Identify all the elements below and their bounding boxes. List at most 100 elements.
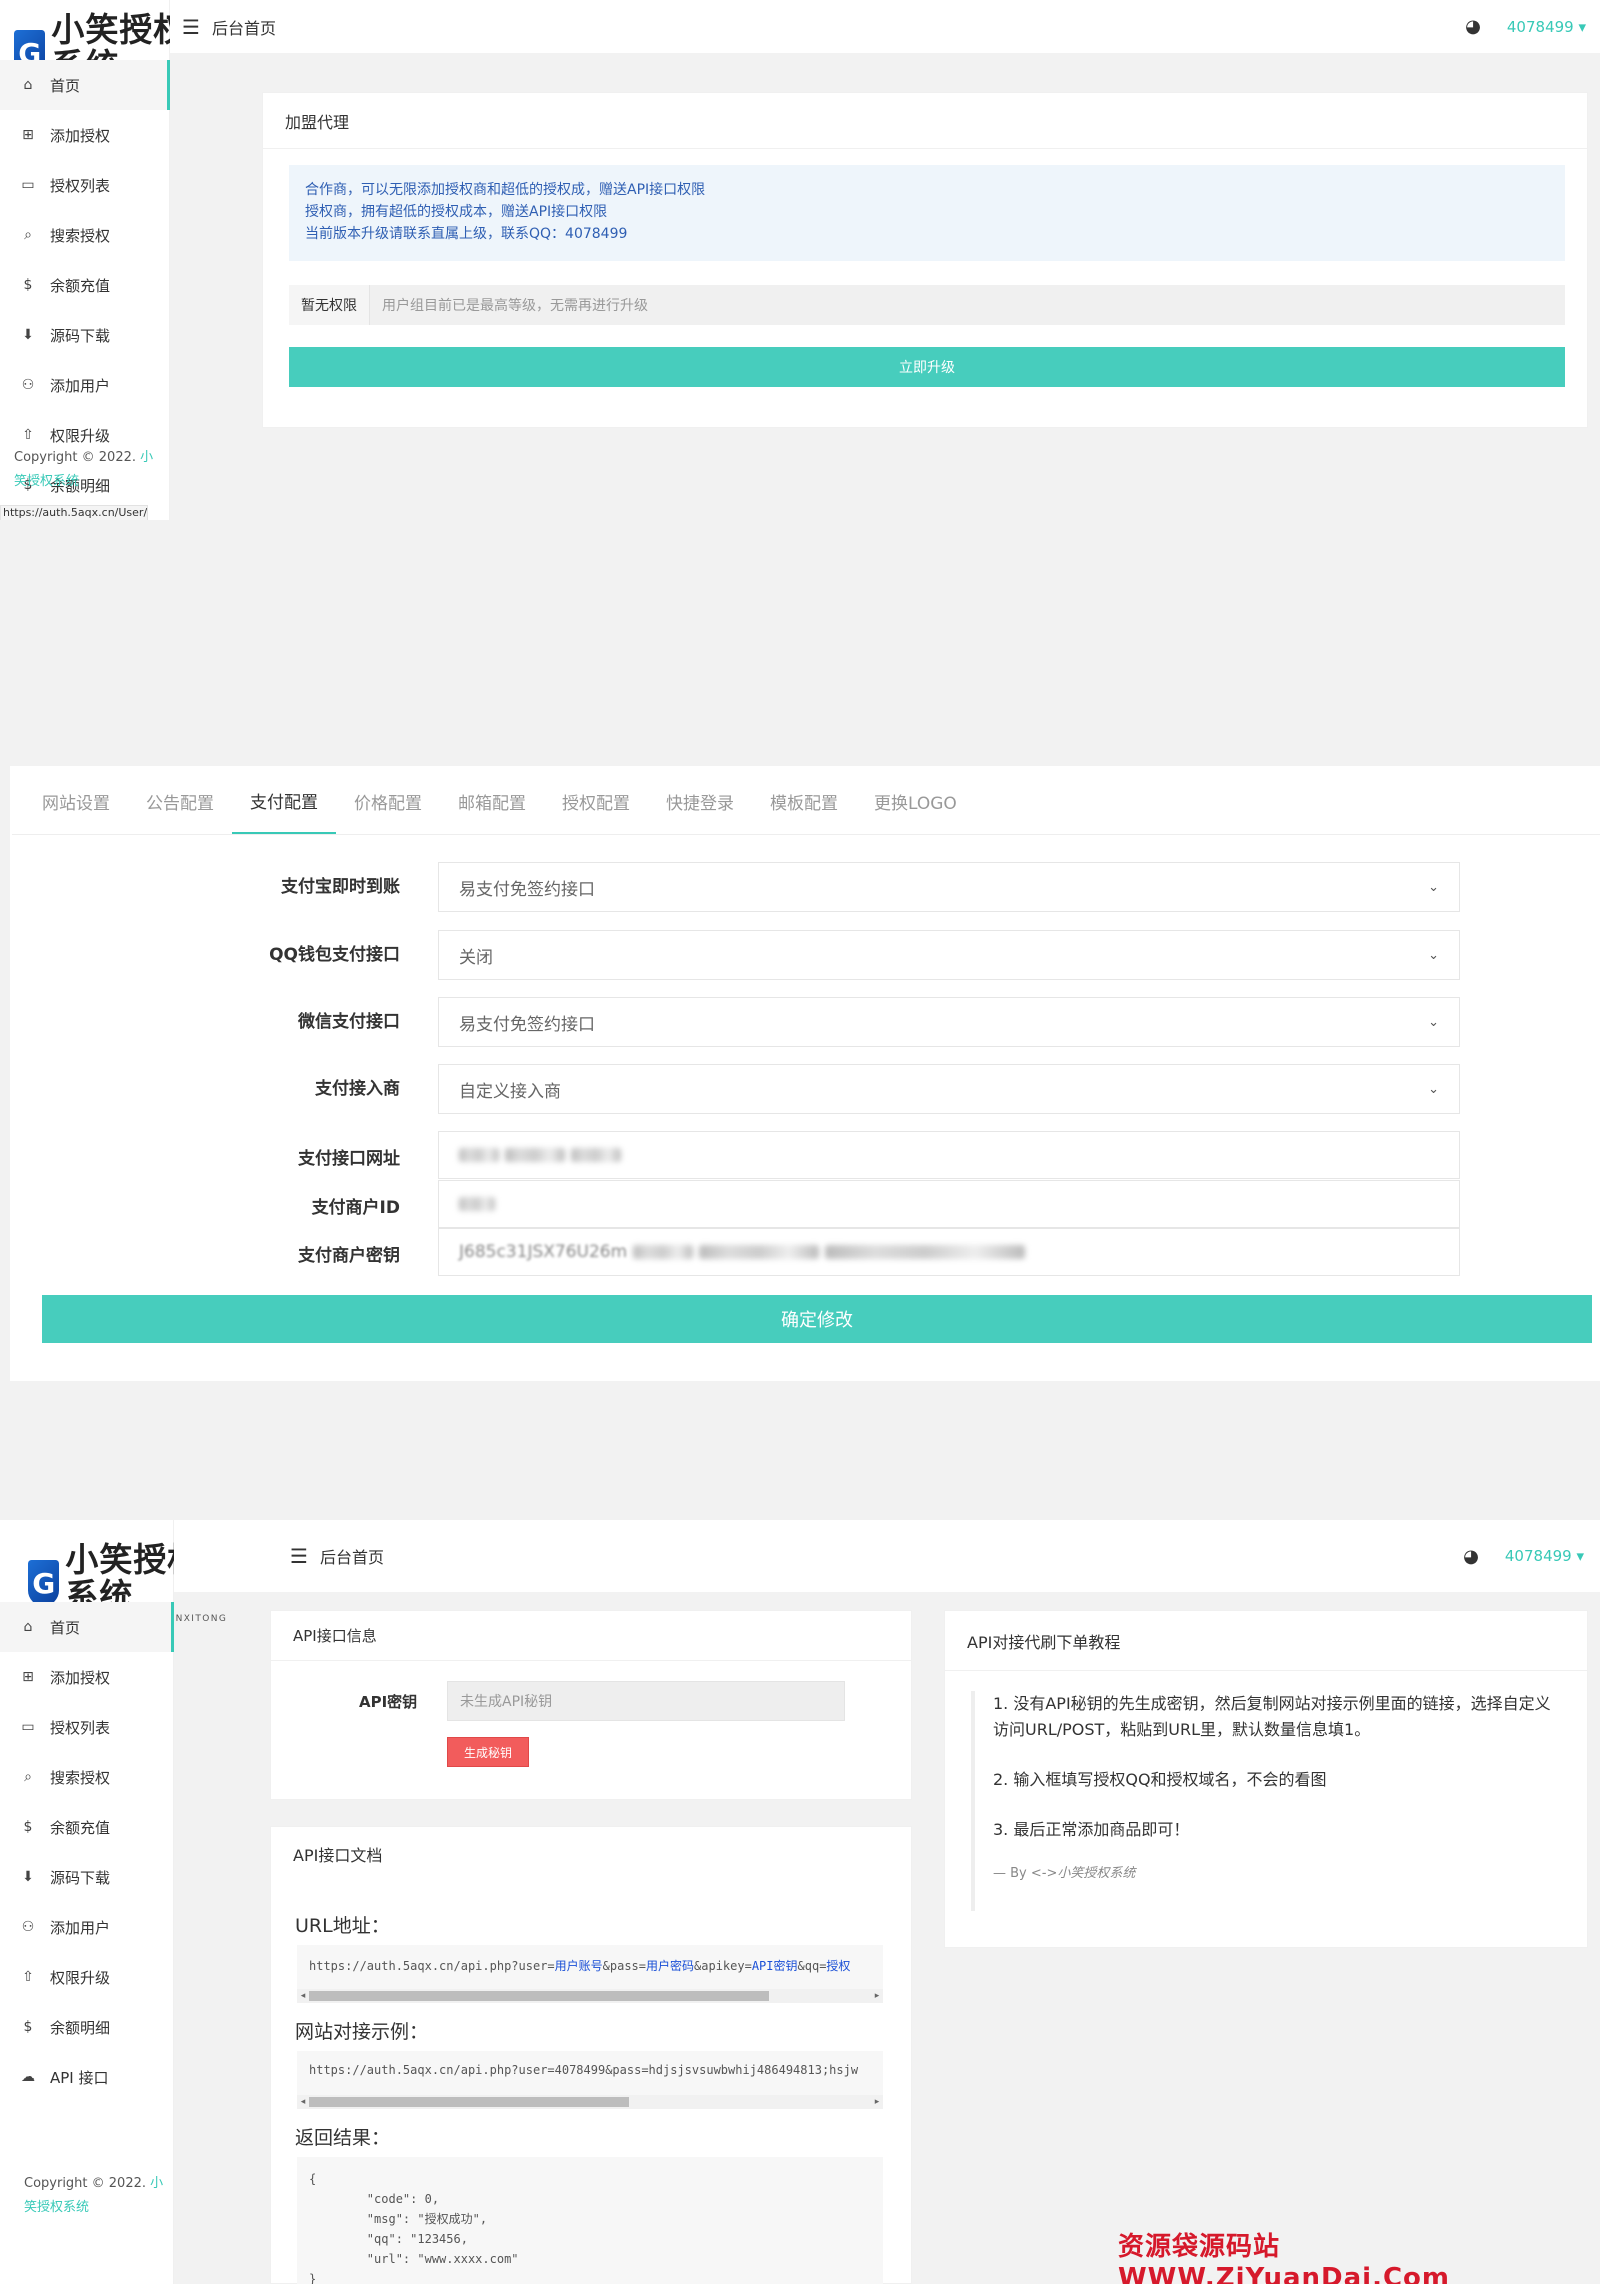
home-icon: ⌂ (23, 77, 33, 93)
api-doc-card: API接口文档 URL地址： https://auth.5aqx.cn/api.… (270, 1826, 912, 2284)
topbar: ☰ 后台首页 ◕ 4078499 ▾ (170, 0, 1600, 54)
settings-tab[interactable]: 网站设置 (24, 768, 128, 834)
palette-icon[interactable]: ◕ (1465, 16, 1481, 37)
sidebar-item-label: 首页 (50, 76, 81, 95)
page-title: 后台首页 (211, 18, 276, 38)
select-field[interactable]: 关闭 ⌄ (438, 930, 1460, 980)
api-info-card: API接口信息 API密钥 未生成API秘钥 生成秘钥 (270, 1610, 912, 1800)
settings-tab[interactable]: 公告配置 (128, 768, 232, 834)
sidebar-item[interactable]: $ 余额明细 (0, 2002, 174, 2052)
user-menu[interactable]: 4078499 ▾ (1507, 18, 1586, 36)
status-url: https://auth.5aqx.cn/User/search.p (0, 505, 148, 521)
redacted-mask (459, 1148, 499, 1162)
sidebar-item-label: 余额充值 (50, 1818, 111, 1837)
form-label: 微信支付接口 (298, 1012, 400, 1032)
settings-tab[interactable]: 授权配置 (544, 768, 648, 834)
sidebar-item[interactable]: ⚇ 添加用户 (0, 1902, 174, 1952)
redacted-mask (633, 1245, 694, 1259)
menu-toggle-icon[interactable]: ☰ (182, 15, 200, 39)
form-label: 支付商户密钥 (298, 1246, 400, 1266)
monitor-icon: ▭ (21, 1719, 35, 1735)
tutorial-title: API对接代刷下单教程 (945, 1611, 1587, 1671)
url-scrollbar[interactable]: ◂ ▸ (297, 1989, 883, 2003)
sidebar-item[interactable]: ☁ API 接口 (0, 2052, 174, 2102)
sidebar-item-label: 添加用户 (50, 376, 111, 395)
settings-tab[interactable]: 更换LOGO (856, 768, 975, 834)
sidebar-item-label: 余额明细 (50, 2018, 111, 2037)
download-icon: ⬇ (22, 1869, 34, 1885)
tutorial-steps: 1. 没有API秘钥的先生成密钥，然后复制网站对接示例里面的链接，选择自定义访问… (971, 1691, 1561, 1911)
select-field[interactable]: 自定义接入商 ⌄ (438, 1064, 1460, 1114)
select-value: 关闭 (459, 947, 493, 968)
sidebar-item[interactable]: $ 余额充值 (0, 1802, 174, 1852)
text-input[interactable] (438, 1131, 1460, 1179)
monitor-icon: ▭ (21, 177, 35, 193)
add-user-icon: ⚇ (21, 377, 35, 393)
example-scrollbar[interactable]: ◂ ▸ (297, 2095, 883, 2109)
tutorial-step: 1. 没有API秘钥的先生成密钥，然后复制网站对接示例里面的链接，选择自定义访问… (993, 1694, 1551, 1739)
home-icon: ⌂ (23, 1619, 33, 1635)
upgrade-button[interactable]: 立即升级 (289, 347, 1565, 387)
select-field[interactable]: 易支付免签约接口 ⌄ (438, 862, 1460, 912)
api-doc-title: API接口文档 (293, 1846, 383, 1865)
sidebar-nav: ⌂ 首页 ⊞ 添加授权 ▭ 授权列表 ⌕ 搜索授权 $ 余额充值 ⬇ 源码下载 ⚇ 添加用户 ⇧ 权限升级 $ 余… (0, 1602, 174, 2102)
form-label: 支付商户ID (311, 1198, 400, 1218)
text-input[interactable] (438, 1180, 1460, 1228)
agent-info-line: 当前版本升级请联系直属上级，联系QQ：4078499 (305, 226, 628, 242)
sidebar-bottom: G 小笑授权系统 XIAOXIAOSHOUQUANXITONG ⌂首页⊞添加授权… (0, 1520, 226, 2284)
sidebar-item[interactable]: ⇧ 权限升级 (0, 1952, 174, 2002)
sidebar-item[interactable]: ⌂ 首页 (0, 60, 170, 110)
agent-card: 加盟代理 合作商，可以无限添加授权商和超低的授权成，赠送API接口权限 授权商，… (262, 92, 1588, 428)
sidebar-item[interactable]: ▭ 授权列表 (0, 160, 170, 210)
user-menu[interactable]: 4078499 ▾ (1505, 1547, 1584, 1565)
sidebar-item-label: 权限升级 (50, 1968, 111, 1987)
add-square-icon: ⊞ (22, 1669, 34, 1685)
upgrade-input-group: 暂无权限 用户组目前已是最高等级，无需再进行升级 (289, 285, 1565, 325)
copyright: Copyright © 2022. 小笑授权系统 (24, 2172, 169, 2220)
sidebar-item[interactable]: ⌕ 搜索授权 (0, 210, 170, 260)
chevron-down-icon: ⌄ (1428, 1014, 1439, 1030)
settings-tab[interactable]: 支付配置 (232, 768, 336, 834)
select-value: 易支付免签约接口 (459, 879, 595, 900)
url-label: URL地址： (295, 1915, 390, 1937)
palette-icon[interactable]: ◕ (1463, 1546, 1479, 1567)
redacted-mask (571, 1148, 621, 1162)
api-key-input[interactable]: 未生成API秘钥 (447, 1681, 845, 1721)
select-value: 易支付免签约接口 (459, 1014, 595, 1035)
dollar-icon: $ (23, 277, 33, 293)
add-user-icon: ⚇ (21, 1919, 35, 1935)
page-title: 后台首页 (319, 1548, 384, 1567)
api-info-title: API接口信息 (271, 1611, 911, 1661)
sidebar-item-label: 授权列表 (50, 1718, 111, 1737)
sidebar-item[interactable]: ⬇ 源码下载 (0, 1852, 174, 1902)
sidebar-item[interactable]: $ 余额充值 (0, 260, 170, 310)
sidebar-item-label: API 接口 (50, 2068, 109, 2087)
sidebar-item[interactable]: ⚇ 添加用户 (0, 360, 170, 410)
upgrade-input[interactable]: 用户组目前已是最高等级，无需再进行升级 (370, 295, 648, 315)
settings-tab[interactable]: 快捷登录 (648, 768, 752, 834)
submit-button[interactable]: 确定修改 (42, 1295, 1592, 1343)
sidebar-item[interactable]: ⊞ 添加授权 (0, 1652, 174, 1702)
sidebar-item[interactable]: ⊞ 添加授权 (0, 110, 170, 160)
settings-tab[interactable]: 价格配置 (336, 768, 440, 834)
generate-key-button[interactable]: 生成秘钥 (447, 1737, 529, 1767)
menu-toggle-icon[interactable]: ☰ (290, 1544, 308, 1568)
text-input[interactable]: J685c31JSX76U26m (438, 1228, 1460, 1276)
sidebar-item[interactable]: ⬇ 源码下载 (0, 310, 170, 360)
select-field[interactable]: 易支付免签约接口 ⌄ (438, 997, 1460, 1047)
redacted-mask (459, 1197, 495, 1211)
sidebar-item[interactable]: ▭ 授权列表 (0, 1702, 174, 1752)
form-label: 支付宝即时到账 (281, 877, 400, 897)
api-key-label: API密钥 (359, 1693, 418, 1711)
upgrade-icon: ⇧ (22, 1969, 34, 1985)
tutorial-step: 2. 输入框填写授权QQ和授权域名，不会的看图 (993, 1770, 1327, 1789)
sidebar-item-label: 余额充值 (50, 276, 111, 295)
download-icon: ⬇ (22, 327, 34, 343)
tutorial-card: API对接代刷下单教程 1. 没有API秘钥的先生成密钥，然后复制网站对接示例里… (944, 1610, 1588, 1948)
settings-tab[interactable]: 邮箱配置 (440, 768, 544, 834)
example-code-box: https://auth.5aqx.cn/api.php?user=407849… (297, 2051, 883, 2095)
sidebar-item[interactable]: ⌕ 搜索授权 (0, 1752, 174, 1802)
select-value: 自定义接入商 (459, 1081, 561, 1102)
sidebar-item[interactable]: ⌂ 首页 (0, 1602, 174, 1652)
settings-tab[interactable]: 模板配置 (752, 768, 856, 834)
